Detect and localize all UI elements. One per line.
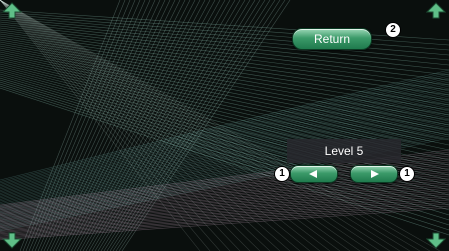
level-up-button[interactable] xyxy=(350,165,398,183)
level-down-button[interactable] xyxy=(290,165,338,183)
return-button[interactable]: Return xyxy=(292,28,372,50)
corner-up-arrow-icon[interactable] xyxy=(2,2,22,26)
background-wave-art xyxy=(0,0,449,251)
wave-line xyxy=(0,37,449,111)
display-screen: Return 2 Level 5 1 1 xyxy=(0,0,449,251)
callout-badge: 1 xyxy=(274,166,290,182)
corner-down-arrow-icon[interactable] xyxy=(2,225,22,249)
wave-line xyxy=(61,0,191,251)
left-triangle-icon xyxy=(309,170,317,178)
right-triangle-icon xyxy=(371,170,379,178)
wave-line xyxy=(0,189,449,230)
callout-badge: 1 xyxy=(399,166,415,182)
callout-badge: 2 xyxy=(385,22,401,38)
corner-up-arrow-icon[interactable] xyxy=(426,2,446,26)
corner-down-arrow-icon[interactable] xyxy=(426,225,446,249)
level-display: Level 5 xyxy=(287,139,401,163)
